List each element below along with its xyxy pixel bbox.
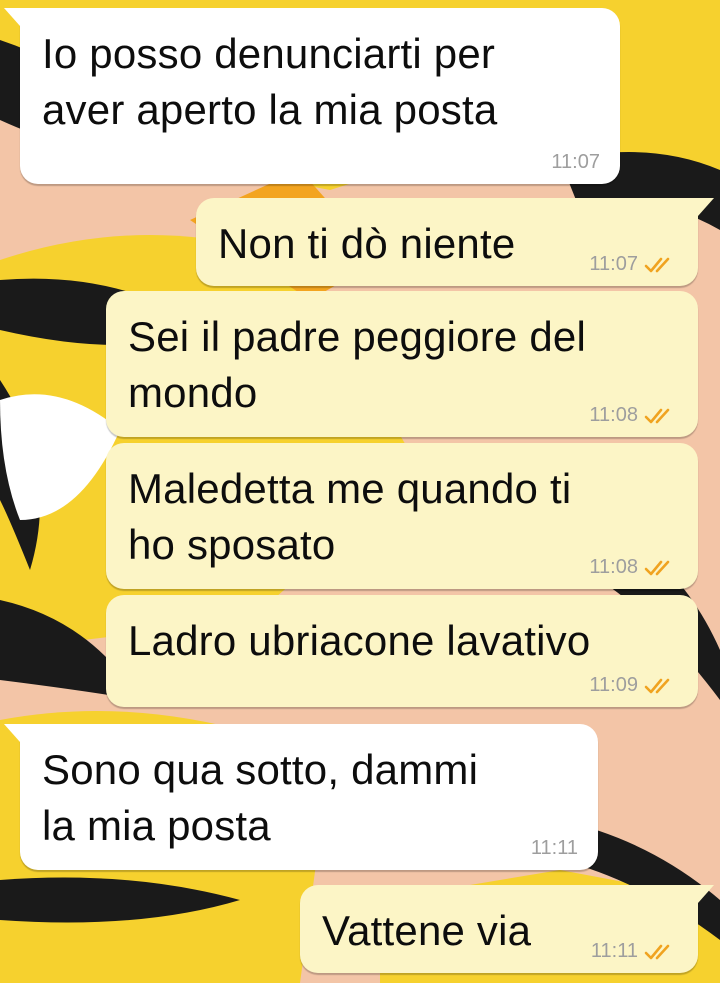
- double-check-icon: [644, 560, 670, 575]
- message-bubble-outgoing[interactable]: Vattene via 11:11: [300, 885, 714, 973]
- message-time: 11:08: [589, 404, 638, 426]
- message-time: 11:11: [590, 940, 638, 962]
- message-text: Io posso denunciarti per aver aperto la …: [42, 30, 498, 133]
- message-meta: 11:11: [591, 940, 678, 963]
- bubble-tail: [4, 724, 20, 742]
- bubble-tail: [698, 198, 714, 216]
- message-meta: 11:07: [589, 253, 678, 276]
- message-meta: 11:07: [551, 151, 600, 174]
- message-bubble-outgoing[interactable]: Sei il padre peggiore del mondo 11:08: [106, 291, 698, 437]
- double-check-icon: [644, 408, 670, 423]
- bubble-tail: [4, 8, 20, 26]
- message-meta: 11:08: [589, 404, 678, 427]
- message-time: 11:11: [530, 837, 578, 859]
- message-bubble-outgoing[interactable]: Ladro ubriacone lavativo 11:09: [106, 595, 698, 707]
- message-time: 11:07: [589, 253, 638, 275]
- message-text: Sono qua sotto, dammi la mia posta: [42, 746, 479, 849]
- bubble-tail: [698, 885, 714, 903]
- message-time: 11:09: [589, 674, 638, 696]
- message-time: 11:07: [551, 151, 600, 173]
- double-check-icon: [644, 257, 670, 272]
- double-check-icon: [644, 944, 670, 959]
- double-check-icon: [644, 678, 670, 693]
- message-bubble-outgoing[interactable]: Maledetta me quando ti ho sposato 11:08: [106, 443, 698, 589]
- message-meta: 11:09: [589, 674, 678, 697]
- message-bubble-incoming[interactable]: Sono qua sotto, dammi la mia posta 11:11: [4, 724, 598, 870]
- message-meta: 11:08: [589, 556, 678, 579]
- message-time: 11:08: [589, 556, 638, 578]
- message-meta: 11:11: [531, 837, 578, 860]
- message-bubble-incoming[interactable]: Io posso denunciarti per aver aperto la …: [4, 8, 620, 184]
- message-bubble-outgoing[interactable]: Non ti dò niente 11:07: [196, 198, 714, 286]
- message-text: Ladro ubriacone lavativo: [128, 617, 591, 664]
